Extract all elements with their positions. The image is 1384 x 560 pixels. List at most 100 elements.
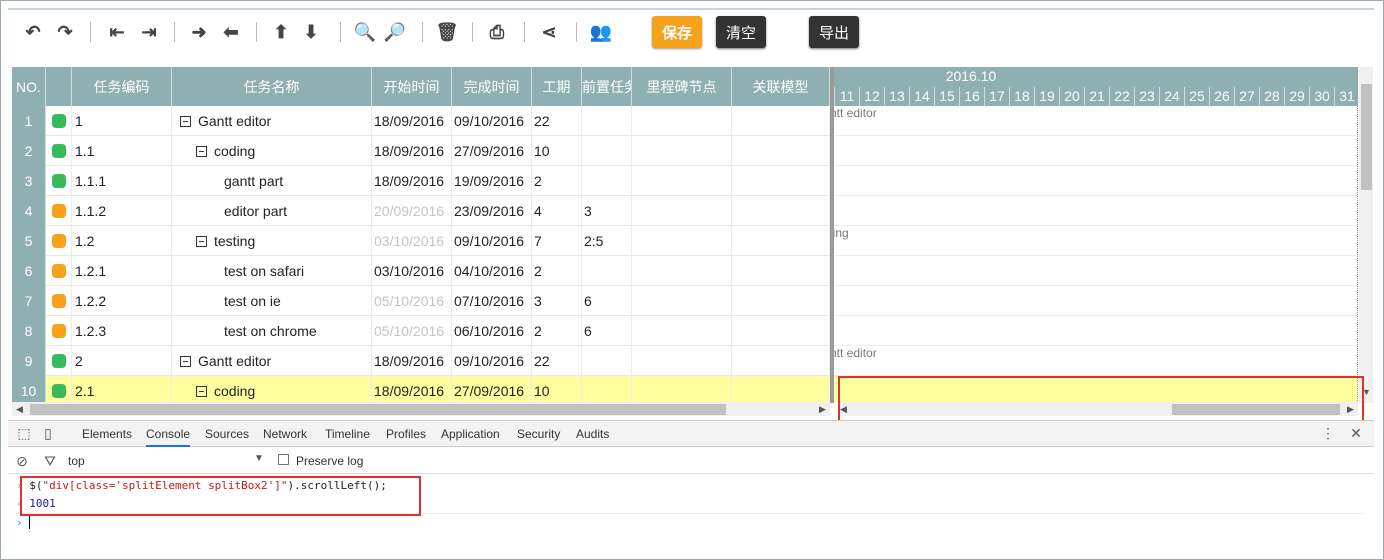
task-depends[interactable]: 2:5: [582, 226, 632, 256]
collapse-toggle-icon[interactable]: [180, 115, 191, 127]
zoom-out-icon[interactable]: 🔎: [382, 18, 408, 46]
close-devtools-icon[interactable]: ✕: [1348, 425, 1364, 441]
task-start[interactable]: 18/09/2016: [372, 376, 452, 402]
task-duration[interactable]: 7: [532, 226, 582, 256]
context-dropdown-icon[interactable]: ▼: [254, 453, 264, 464]
task-name-cell[interactable]: coding: [172, 136, 372, 166]
status-cell[interactable]: [46, 136, 72, 166]
task-start[interactable]: 05/10/2016: [372, 316, 452, 346]
status-cell[interactable]: [46, 106, 72, 136]
more-options-icon[interactable]: ⋮: [1320, 425, 1336, 441]
collapse-toggle-icon[interactable]: [180, 355, 191, 367]
clear-button[interactable]: 清空: [716, 16, 766, 48]
task-depends[interactable]: [582, 106, 632, 136]
preserve-log-checkbox[interactable]: [278, 454, 289, 465]
task-related-model[interactable]: [732, 286, 830, 316]
devtools-tab-timeline[interactable]: Timeline: [325, 421, 370, 447]
task-milestone[interactable]: [632, 106, 732, 136]
table-row[interactable]: 8 1.2.3 test on chrome 05/10/2016 06/10/2016…: [12, 316, 830, 346]
resources-icon[interactable]: 👥: [588, 18, 614, 46]
devtools-tab-console[interactable]: Console: [146, 421, 191, 447]
delete-icon[interactable]: 🗑: [434, 18, 460, 46]
task-name-cell[interactable]: gantt part: [172, 166, 372, 196]
zoom-in-icon[interactable]: 🔍: [352, 18, 378, 46]
grid-scroll-left-arrow-icon[interactable]: ◀: [16, 402, 23, 416]
print-icon[interactable]: ⎙: [484, 18, 510, 46]
devtools-tab-profiles[interactable]: Profiles: [386, 421, 426, 447]
task-code[interactable]: 1.2: [72, 226, 172, 256]
task-duration[interactable]: 4: [532, 196, 582, 226]
gantt-row[interactable]: [834, 316, 1358, 346]
status-cell[interactable]: [46, 226, 72, 256]
task-name-cell[interactable]: Gantt editor: [172, 346, 372, 376]
task-milestone[interactable]: [632, 346, 732, 376]
move-down-icon[interactable]: ⬇: [298, 18, 324, 46]
status-cell[interactable]: [46, 346, 72, 376]
header-name[interactable]: 任务名称: [172, 67, 372, 106]
task-duration[interactable]: 2: [532, 256, 582, 286]
task-start[interactable]: 03/10/2016: [372, 256, 452, 286]
clear-console-icon[interactable]: ⊘: [14, 453, 30, 469]
task-start[interactable]: 03/10/2016: [372, 226, 452, 256]
task-end[interactable]: 27/09/2016: [452, 136, 532, 166]
devtools-tab-security[interactable]: Security: [517, 421, 560, 447]
undo-icon[interactable]: ↶: [20, 18, 46, 46]
task-start[interactable]: 20/09/2016: [372, 196, 452, 226]
table-row[interactable]: 9 2 Gantt editor 18/09/2016 09/10/2016 22: [12, 346, 830, 376]
task-end[interactable]: 07/10/2016: [452, 286, 532, 316]
devtools-tab-sources[interactable]: Sources: [205, 421, 249, 447]
task-code[interactable]: 1.1.2: [72, 196, 172, 226]
context-select[interactable]: top: [68, 454, 85, 468]
grid-scroll-right-arrow-icon[interactable]: ▶: [819, 402, 826, 416]
task-name-cell[interactable]: Gantt editor: [172, 106, 372, 136]
task-start[interactable]: 18/09/2016: [372, 166, 452, 196]
task-name-cell[interactable]: test on safari: [172, 256, 372, 286]
task-milestone[interactable]: [632, 376, 732, 402]
table-row[interactable]: 4 1.1.2 editor part 20/09/2016 23/09/2016 4 3: [12, 196, 830, 226]
task-milestone[interactable]: [632, 196, 732, 226]
outdent-icon[interactable]: ⇤: [104, 18, 130, 46]
task-milestone[interactable]: [632, 136, 732, 166]
gantt-row[interactable]: [834, 196, 1358, 226]
task-milestone[interactable]: [632, 316, 732, 346]
devtools-tab-elements[interactable]: Elements: [82, 421, 132, 447]
task-duration[interactable]: 22: [532, 346, 582, 376]
status-cell[interactable]: [46, 196, 72, 226]
task-milestone[interactable]: [632, 256, 732, 286]
table-row[interactable]: 10 2.1 coding 18/09/2016 27/09/2016 10: [12, 376, 830, 402]
task-start[interactable]: 18/09/2016: [372, 106, 452, 136]
task-milestone[interactable]: [632, 166, 732, 196]
task-depends[interactable]: [582, 376, 632, 402]
task-code[interactable]: 1.1: [72, 136, 172, 166]
header-milestone[interactable]: 里程碑节点: [632, 67, 732, 106]
gantt-row[interactable]: ntt editor: [834, 346, 1358, 376]
task-depends[interactable]: 6: [582, 286, 632, 316]
status-cell[interactable]: [46, 256, 72, 286]
table-row[interactable]: 2 1.1 coding 18/09/2016 27/09/2016 10: [12, 136, 830, 166]
task-name-cell[interactable]: coding: [172, 376, 372, 402]
task-related-model[interactable]: [732, 376, 830, 402]
task-duration[interactable]: 22: [532, 106, 582, 136]
task-end[interactable]: 23/09/2016: [452, 196, 532, 226]
table-row[interactable]: 7 1.2.2 test on ie 05/10/2016 07/10/2016 3 6: [12, 286, 830, 316]
task-milestone[interactable]: [632, 226, 732, 256]
indent-icon[interactable]: ⇥: [136, 18, 162, 46]
task-milestone[interactable]: [632, 286, 732, 316]
header-depends[interactable]: 前置任务: [582, 67, 632, 106]
gantt-row[interactable]: [834, 256, 1358, 286]
devtools-tab-application[interactable]: Application: [441, 421, 500, 447]
task-start[interactable]: 05/10/2016: [372, 286, 452, 316]
move-right-icon[interactable]: ➜: [186, 18, 212, 46]
status-cell[interactable]: [46, 286, 72, 316]
task-code[interactable]: 1.2.2: [72, 286, 172, 316]
task-end[interactable]: 09/10/2016: [452, 226, 532, 256]
task-name-cell[interactable]: test on ie: [172, 286, 372, 316]
task-code[interactable]: 1.2.1: [72, 256, 172, 286]
task-duration[interactable]: 3: [532, 286, 582, 316]
grid-horizontal-scroll-thumb[interactable]: [30, 404, 726, 415]
collapse-toggle-icon[interactable]: [196, 385, 207, 397]
status-cell[interactable]: [46, 166, 72, 196]
task-end[interactable]: 19/09/2016: [452, 166, 532, 196]
task-duration[interactable]: 2: [532, 316, 582, 346]
gantt-row[interactable]: ntt editor: [834, 106, 1358, 136]
